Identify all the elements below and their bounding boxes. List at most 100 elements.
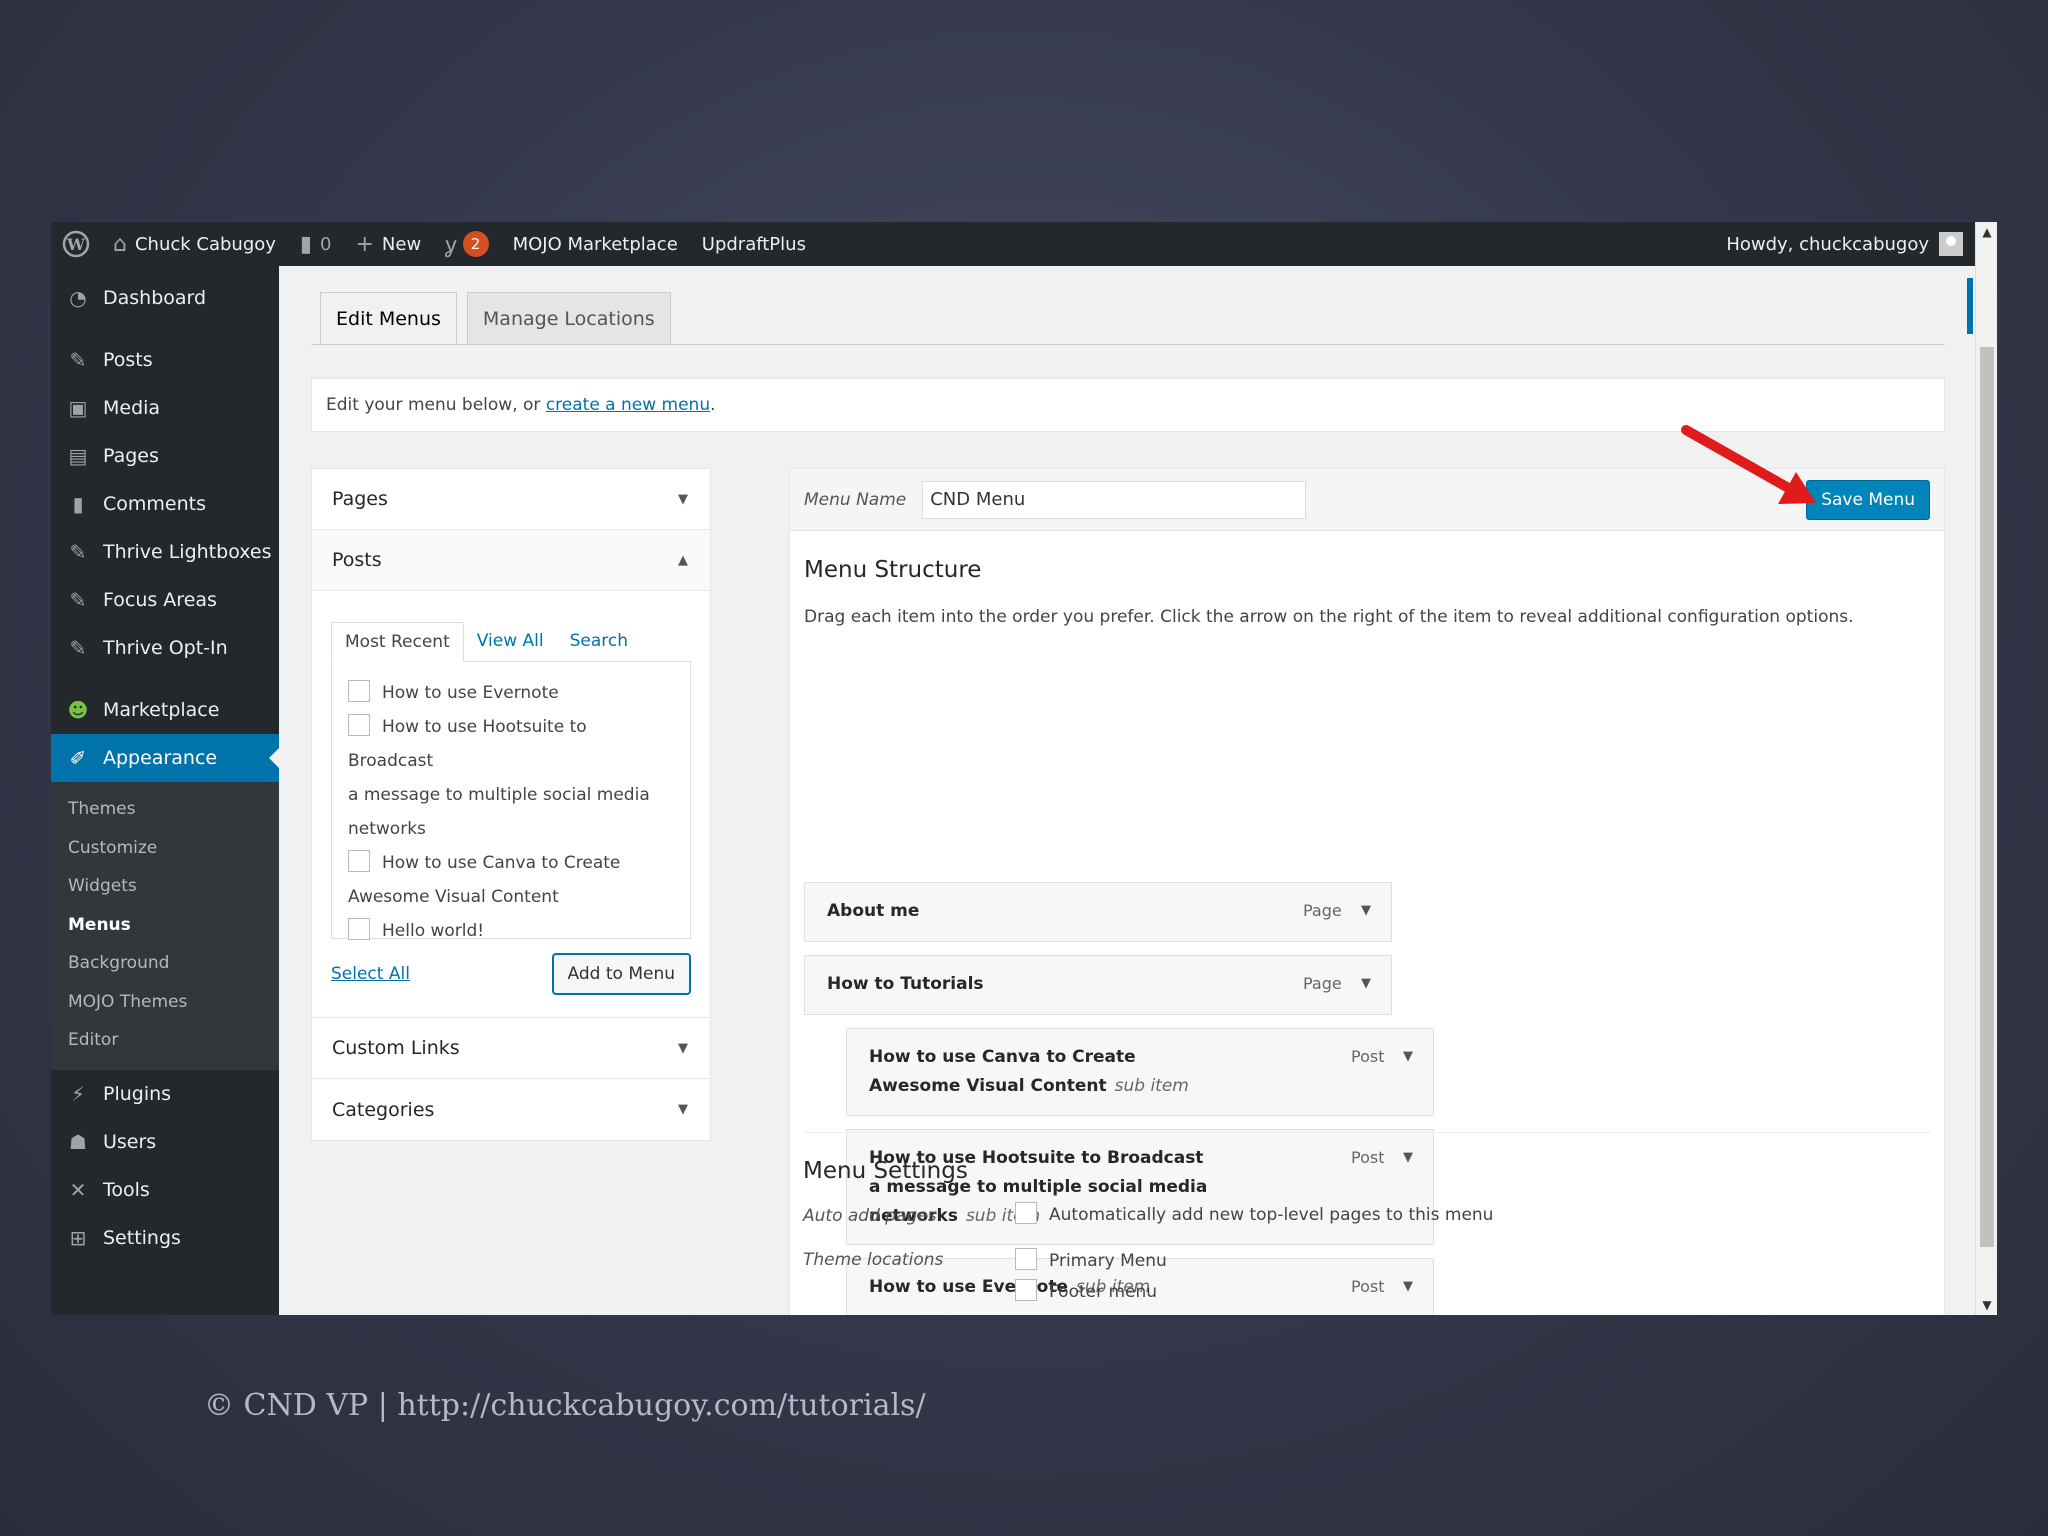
list-item[interactable]: Hello world! [348,914,674,948]
tab-edit-menus[interactable]: Edit Menus [320,292,457,345]
menu-item-title: How to use Evernote [869,1277,1068,1297]
checkbox[interactable] [348,918,370,940]
yoast-link[interactable]: ỿ 2 [433,222,500,266]
accordion-posts[interactable]: Posts ▲ [312,530,710,591]
accordion-pages[interactable]: Pages ▼ [312,469,710,530]
sidebar-item-thrive-opt-in[interactable]: ✎ Thrive Opt-In [51,624,279,672]
notice-text: Edit your menu below, or [326,395,541,415]
mojo-marketplace-link[interactable]: MOJO Marketplace [501,222,690,266]
submenu-themes[interactable]: Themes [51,790,279,829]
add-to-menu-button[interactable]: Add to Menu [551,953,691,995]
scroll-up-arrow-icon[interactable]: ▲ [1976,222,1997,242]
triangle-down-icon: ▼ [678,491,688,507]
sidebar-item-users[interactable]: ☗ Users [51,1118,279,1166]
checkbox[interactable] [348,850,370,872]
sidebar-item-marketplace[interactable]: ☻ Marketplace [51,686,279,734]
accordion-categories[interactable]: Categories ▼ [312,1079,710,1140]
sidebar-item-dashboard[interactable]: ◔ Dashboard [51,274,279,322]
select-all-link[interactable]: Select All [331,964,410,984]
notice-end: . [710,395,716,415]
sidebar-item-posts[interactable]: ✎ Posts [51,336,279,384]
menu-name-label: Menu Name [804,489,907,510]
scroll-thumb[interactable] [1980,347,1994,1247]
save-menu-button[interactable]: Save Menu [1806,480,1930,520]
menu-structure-title: Menu Structure [804,557,982,583]
submenu-customize[interactable]: Customize [51,829,279,868]
sidebar-item-comments[interactable]: ▮ Comments [51,480,279,528]
submenu-widgets[interactable]: Widgets [51,867,279,906]
sidebar-item-media[interactable]: ▣ Media [51,384,279,432]
triangle-down-icon[interactable]: ▼ [1403,1049,1413,1064]
sidebar-item-plugins[interactable]: ⚡ Plugins [51,1070,279,1118]
menu-item-title-cont: networks [869,1206,958,1226]
menu-item-how-to-tutorials[interactable]: How to Tutorials Page ▼ [804,955,1392,1015]
pin-icon: ✎ [69,588,87,612]
scroll-down-arrow-icon[interactable]: ▼ [1976,1295,1997,1315]
create-new-menu-link[interactable]: create a new menu [546,395,710,415]
sidebar-item-tools[interactable]: ✕ Tools [51,1166,279,1214]
comment-bubble-icon: ▮ [299,231,313,257]
sidebar-item-label: Users [103,1130,157,1153]
submenu-background[interactable]: Background [51,944,279,983]
add-menu-items-panel: Pages ▼ Posts ▲ Most Recent View All Sea… [311,468,711,1141]
users-icon: ☗ [69,1129,87,1154]
updraftplus-link[interactable]: UpdraftPlus [690,222,818,266]
sidebar-item-pages[interactable]: ▤ Pages [51,432,279,480]
sidebar-item-label: Plugins [103,1082,172,1105]
checkbox[interactable] [348,680,370,702]
triangle-up-icon: ▲ [678,552,688,568]
menu-item-canva[interactable]: How to use Canva to Create Awesome Visua… [846,1028,1434,1116]
submenu-menus[interactable]: Menus [51,906,279,945]
scroll-indicator [1967,278,1973,334]
menu-item-about-me[interactable]: About me Page ▼ [804,882,1392,942]
checkbox[interactable] [348,714,370,736]
tab-most-recent[interactable]: Most Recent [331,622,464,662]
menu-edit-panel: Menu Name CND Menu Save Menu Menu Struct… [789,468,1945,1315]
triangle-down-icon[interactable]: ▼ [1361,976,1371,991]
wordpress-logo-icon[interactable]: W [51,222,101,266]
triangle-down-icon: ▼ [678,1102,688,1117]
sidebar-item-settings[interactable]: ⊞ Settings [51,1214,279,1262]
sidebar-item-focus-areas[interactable]: ✎ Focus Areas [51,576,279,624]
sub-item-tag: sub item [1075,1277,1151,1297]
submenu-mojo-themes[interactable]: MOJO Themes [51,983,279,1022]
plugin-icon: ⚡ [70,1081,86,1106]
posts-actions: Select All Add to Menu [331,953,691,995]
sidebar-item-thrive-lightboxes[interactable]: ✎ Thrive Lightboxes [51,528,279,576]
site-name-link[interactable]: ⌂ Chuck Cabugoy [101,222,288,266]
submenu-editor[interactable]: Editor [51,1021,279,1060]
avatar[interactable] [1939,232,1963,256]
admin-sidebar: ◔ Dashboard ✎ Posts ▣ Media ▤ Pages ▮ Co… [51,266,279,1315]
accordion-custom-links[interactable]: Custom Links ▼ [312,1018,710,1079]
menu-item-title: How to use Canva to Create [869,1047,1136,1067]
menu-name-input[interactable]: CND Menu [922,480,1307,519]
triangle-down-icon[interactable]: ▼ [1403,1150,1413,1165]
new-content-link[interactable]: + New [343,222,433,266]
triangle-down-icon[interactable]: ▼ [1361,903,1371,918]
tab-view-all[interactable]: View All [464,621,557,661]
list-item[interactable]: How to use Canva to Create [348,846,674,880]
accordion-title: Posts [332,549,382,571]
sidebar-item-appearance[interactable]: ✐ Appearance [51,734,279,782]
howdy-user[interactable]: Howdy, chuckcabugoy [1726,234,1929,255]
media-icon: ▣ [68,396,88,420]
triangle-down-icon[interactable]: ▼ [1403,1279,1413,1294]
list-item[interactable]: How to use Hootsuite to Broadcast [348,710,674,778]
menu-item-hootsuite[interactable]: How to use Hootsuite to Broadcast a mess… [846,1129,1434,1245]
pin-icon: ✎ [69,540,87,564]
tab-search[interactable]: Search [557,621,641,661]
scrollbar[interactable]: ▲ ▼ [1975,222,1997,1315]
appearance-submenu: Themes Customize Widgets Menus Backgroun… [51,782,279,1070]
sub-item-tag: sub item [1114,1076,1189,1096]
menu-item-title-cont: a message to multiple social media [869,1177,1208,1197]
menu-item-type: Post [1351,1047,1385,1066]
list-item[interactable]: How to use Evernote [348,676,674,710]
post-label-cont: networks [348,819,426,839]
menu-item-evernote[interactable]: How to use Evernote sub item Post ▼ [846,1258,1434,1315]
sidebar-item-label: Media [103,397,161,419]
menu-item-type: Post [1351,1148,1385,1167]
sidebar-item-label: Comments [103,493,206,515]
tab-manage-locations[interactable]: Manage Locations [466,292,671,344]
comments-link[interactable]: ▮ 0 [288,222,344,266]
wrench-icon: ✕ [69,1177,87,1202]
